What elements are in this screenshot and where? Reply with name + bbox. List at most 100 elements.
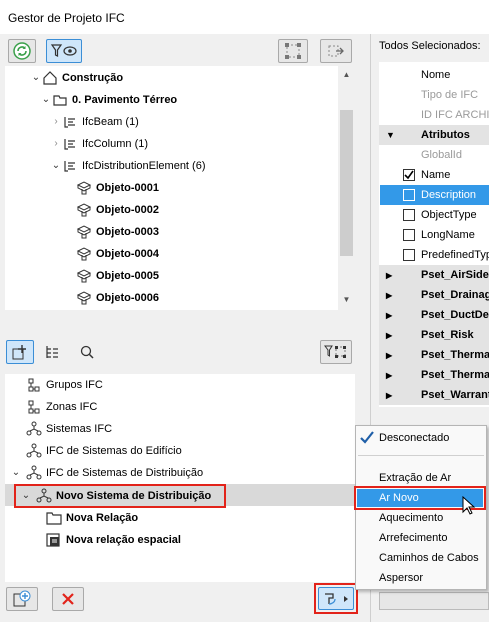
property-checkbox-row-selected[interactable]: Description xyxy=(380,185,489,205)
expand-triangle-icon[interactable]: ▶ xyxy=(386,266,421,285)
tree-item-label: Objeto-0005 xyxy=(96,270,159,282)
collapse-chevron-icon[interactable]: ⌄ xyxy=(50,155,62,177)
folder-icon xyxy=(52,92,68,108)
pset-group-row[interactable]: ▶Pset_DrainageSystem xyxy=(380,285,489,305)
property-label: LongName xyxy=(421,229,475,241)
collapse-chevron-icon[interactable]: ⌄ xyxy=(20,485,32,507)
group-label: Atributos xyxy=(421,129,470,141)
property-checkbox-row[interactable]: PredefinedType xyxy=(380,245,489,265)
filter-nodes-icon xyxy=(324,345,346,358)
tree-item-object[interactable]: Objeto-0005 xyxy=(76,265,159,287)
distribution-system-icon xyxy=(325,592,348,605)
tree-item-storey[interactable]: ⌄ 0. Pavimento Térreo xyxy=(40,89,177,111)
expand-triangle-icon[interactable]: ▶ xyxy=(386,386,421,405)
pset-group-row[interactable]: ▶ Pset_Risk xyxy=(380,325,489,345)
systems-item-label: Grupos IFC xyxy=(46,379,103,391)
expand-chevron-icon[interactable]: › xyxy=(50,133,62,155)
property-row[interactable]: Nome xyxy=(380,65,489,85)
refresh-button[interactable] xyxy=(8,39,36,63)
tree-item-object[interactable]: Objeto-0002 xyxy=(76,199,159,221)
property-checkbox-row[interactable]: ObjectType xyxy=(380,205,489,225)
pset-group-row[interactable]: ▶Pset_ThermalLoad xyxy=(380,345,489,365)
collapse-chevron-icon[interactable]: ⌄ xyxy=(30,67,42,89)
expand-triangle-icon[interactable]: ▶ xyxy=(386,286,421,305)
delete-button[interactable] xyxy=(52,587,84,611)
systems-item-building[interactable]: IFC de Sistemas do Edifício xyxy=(26,440,182,462)
menu-item-fresh-air[interactable]: Ar Novo xyxy=(379,488,419,508)
pset-group-row[interactable]: ▶Pset_AirSideSystemInformation xyxy=(380,265,489,285)
tree-item-ifcdistribution[interactable]: ⌄ IfcDistributionElement (6) xyxy=(50,155,206,177)
tree-item-ifcbeam[interactable]: › IfcBeam (1) xyxy=(50,111,139,133)
expand-triangle-icon[interactable]: ▶ xyxy=(386,306,421,325)
menu-item-disconnected[interactable]: Desconectado xyxy=(379,428,449,448)
tree-item-label: IfcDistributionElement (6) xyxy=(82,160,206,172)
element-plus-icon xyxy=(12,345,26,360)
add-element-tab[interactable] xyxy=(6,340,34,364)
structure-button[interactable] xyxy=(278,39,308,63)
tree-item-object[interactable]: Objeto-0004 xyxy=(76,243,159,265)
property-row-disabled: GlobalId xyxy=(421,149,462,161)
house-icon xyxy=(42,70,58,86)
systems-item-label: Zonas IFC xyxy=(46,401,98,413)
menu-item-exhaust-air[interactable]: Extração de Ar xyxy=(379,468,451,488)
collapse-chevron-icon[interactable]: ⌄ xyxy=(10,462,22,484)
systems-item-groups[interactable]: Grupos IFC xyxy=(26,374,103,396)
tree-item-label: Objeto-0004 xyxy=(96,248,159,260)
expand-triangle-icon[interactable]: ▶ xyxy=(386,366,421,385)
pset-group-row[interactable]: ▶Pset_ThermalLoadAggregate xyxy=(380,365,489,385)
object-icon xyxy=(76,202,92,218)
checkbox[interactable] xyxy=(403,249,415,262)
checkbox[interactable] xyxy=(403,229,415,242)
tree-item-ifccolumn[interactable]: › IfcColumn (1) xyxy=(50,133,148,155)
tree-item-object[interactable]: Objeto-0001 xyxy=(76,177,159,199)
systems-item-new-distribution[interactable]: ⌄ Novo Sistema de Distribuição xyxy=(20,485,211,507)
tree-item-label: 0. Pavimento Térreo xyxy=(72,94,178,106)
checkbox[interactable] xyxy=(403,209,415,222)
menu-item-cable-trays[interactable]: Caminhos de Cabos xyxy=(379,548,479,568)
expand-chevron-icon[interactable]: › xyxy=(50,111,62,133)
systems-item-distribution[interactable]: ⌄ IFC de Sistemas de Distribuição xyxy=(10,462,203,484)
systems-item-label: IFC de Sistemas de Distribuição xyxy=(46,467,204,479)
property-row-disabled: Tipo de IFC xyxy=(421,89,479,101)
tree-item-construction[interactable]: ⌄ Construção xyxy=(30,67,123,89)
collapse-chevron-icon[interactable]: ⌄ xyxy=(40,89,52,111)
system-icon xyxy=(26,421,42,437)
expand-triangle-icon[interactable]: ▶ xyxy=(386,326,421,345)
pset-group-row[interactable]: ▶Pset_Warranty xyxy=(380,385,489,405)
properties-bottom-button[interactable] xyxy=(379,592,489,610)
expand-triangle-icon[interactable]: ▶ xyxy=(386,346,421,365)
export-button[interactable] xyxy=(320,39,352,63)
group-icon xyxy=(26,377,42,393)
property-checkbox-row[interactable]: LongName xyxy=(380,225,489,245)
relation-folder-icon xyxy=(46,510,62,526)
menu-item-heating[interactable]: Aquecimento xyxy=(379,508,443,528)
ifc-class-icon xyxy=(62,114,78,130)
tree-item-object[interactable]: Objeto-0006 xyxy=(76,287,159,309)
filter-structure-button[interactable] xyxy=(320,340,352,364)
system-type-button[interactable] xyxy=(318,587,354,610)
filter-view-button[interactable] xyxy=(46,39,82,63)
scroll-down-icon[interactable]: ▼ xyxy=(341,295,352,304)
menu-item-sprinkler[interactable]: Aspersor xyxy=(379,568,423,588)
systems-item-relation[interactable]: Nova Relação xyxy=(46,507,138,529)
systems-item-label: IFC de Sistemas do Edifício xyxy=(46,445,182,457)
property-checkbox-row[interactable]: Name xyxy=(380,165,489,185)
new-system-button[interactable] xyxy=(6,587,38,611)
tree-item-object[interactable]: Objeto-0003 xyxy=(76,221,159,243)
pset-label: Pset_ThermalLoadAggregate xyxy=(421,369,489,381)
systems-item-zones[interactable]: Zonas IFC xyxy=(26,396,97,418)
hierarchy-tab[interactable] xyxy=(44,344,60,360)
pset-label: Pset_DuctDesignCriteria xyxy=(421,309,489,321)
checked-checkbox[interactable] xyxy=(403,169,415,182)
checkbox[interactable] xyxy=(403,189,415,202)
scroll-up-icon[interactable]: ▲ xyxy=(341,70,352,79)
menu-item-cooling[interactable]: Arrefecimento xyxy=(379,528,447,548)
search-tab[interactable] xyxy=(79,344,95,360)
tree-item-label: Objeto-0002 xyxy=(96,204,159,216)
systems-item-systems[interactable]: Sistemas IFC xyxy=(26,418,112,440)
pset-group-row[interactable]: ▶Pset_DuctDesignCriteria xyxy=(380,305,489,325)
systems-item-spatial-relation[interactable]: Nova relação espacial xyxy=(46,529,181,551)
property-row-disabled: ID IFC ARCHICAD xyxy=(421,109,489,121)
property-label: ObjectType xyxy=(421,209,477,221)
tree-scroll-thumb[interactable] xyxy=(340,110,353,256)
